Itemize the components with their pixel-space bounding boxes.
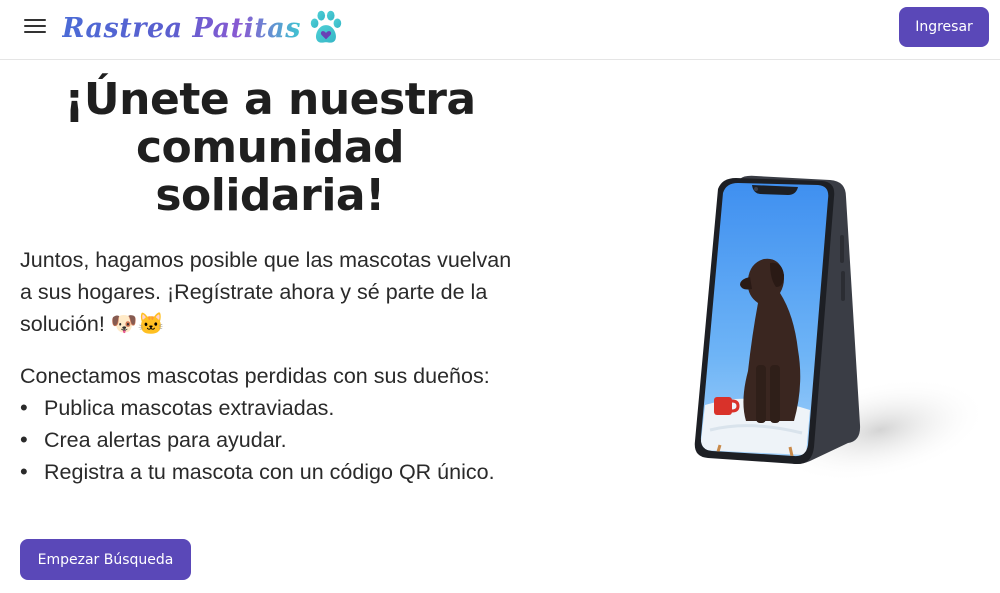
hamburger-menu-icon[interactable] — [22, 16, 50, 40]
login-button[interactable]: Ingresar — [899, 7, 989, 47]
hero-title: ¡Únete a nuestra comunidad solidaria! — [64, 74, 476, 221]
hero-intro: Juntos, hagamos posible que las mascotas… — [20, 248, 512, 336]
list-item: • Crea alertas para ayudar. — [20, 427, 287, 452]
site-logo[interactable]: Rastrea Patitas — [62, 8, 345, 48]
feature-list: • Publica mascotas extraviadas. • Crea ale… — [20, 392, 520, 488]
connect-heading: Conectamos mascotas perdidas con sus due… — [20, 364, 490, 388]
paw-heart-icon — [310, 10, 342, 43]
top-navbar: Rastrea Patitas Ingresar — [0, 0, 1000, 60]
start-search-button[interactable]: Empezar Búsqueda — [20, 539, 191, 580]
list-item: • Publica mascotas extraviadas. — [20, 395, 335, 420]
list-item: • Registra a tu mascota con un código QR … — [20, 459, 495, 484]
phone-dog-illustration — [694, 175, 989, 480]
logo-text: Rastrea Patitas — [62, 12, 301, 44]
